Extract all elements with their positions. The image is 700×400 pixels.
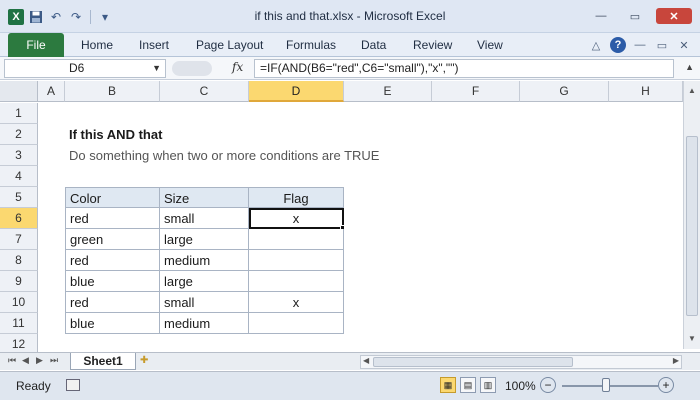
row-header-9[interactable]: 9 [0, 271, 38, 292]
select-all-corner[interactable] [0, 81, 38, 102]
workbook-close-button[interactable]: ✕ [676, 37, 692, 53]
record-macro-icon[interactable] [66, 379, 80, 391]
name-box[interactable]: D6 ▼ [4, 59, 166, 78]
ribbon-tab-bar: File Home Insert Page Layout Formulas Da… [0, 33, 700, 57]
table-cell-flag[interactable] [249, 313, 344, 334]
normal-view-icon[interactable]: ▦ [440, 377, 456, 393]
column-header-e[interactable]: E [344, 81, 432, 102]
sheet-heading[interactable]: If this AND that [65, 124, 345, 145]
sheet-subheading[interactable]: Do something when two or more conditions… [65, 145, 465, 166]
tab-formulas[interactable]: Formulas [286, 33, 336, 57]
next-sheet-icon[interactable]: ▶ [36, 355, 43, 366]
expand-formula-bar-icon[interactable]: ▲ [685, 62, 694, 72]
table-header-size[interactable]: Size [160, 187, 249, 208]
row-header-5[interactable]: 5 [0, 187, 38, 208]
last-sheet-icon[interactable]: ⏭ [50, 355, 58, 366]
table-cell-color[interactable]: red [65, 208, 160, 229]
zoom-out-button[interactable]: − [540, 377, 556, 393]
table-cell-size[interactable]: large [160, 229, 249, 250]
scroll-left-icon[interactable]: ◀ [363, 356, 369, 365]
table-cell-flag[interactable] [249, 271, 344, 292]
zoom-slider-thumb[interactable] [602, 378, 610, 392]
name-box-value: D6 [69, 61, 85, 75]
row-header-6[interactable]: 6 [0, 208, 38, 229]
zoom-in-button[interactable]: + [658, 377, 674, 393]
formula-bar-splitter[interactable] [172, 61, 212, 76]
table-cell-color[interactable]: blue [65, 271, 160, 292]
prev-sheet-icon[interactable]: ◀ [22, 355, 29, 366]
table-cell-flag[interactable]: x [249, 292, 344, 313]
row-header-4[interactable]: 4 [0, 166, 38, 187]
help-icon[interactable]: ? [610, 37, 626, 53]
table-cell-size[interactable]: small [160, 292, 249, 313]
tab-data[interactable]: Data [361, 33, 386, 57]
table-cell-size[interactable]: medium [160, 313, 249, 334]
zoom-slider[interactable] [562, 385, 658, 387]
row-header-11[interactable]: 11 [0, 313, 38, 334]
row-header-2[interactable]: 2 [0, 124, 38, 145]
minimize-ribbon-icon[interactable]: △ [588, 37, 604, 53]
table-cell-flag[interactable] [249, 250, 344, 271]
table-header-color[interactable]: Color [65, 187, 160, 208]
table-cell-size[interactable]: medium [160, 250, 249, 271]
close-button[interactable]: ✕ [656, 8, 692, 24]
active-cell-d6[interactable]: x [249, 208, 344, 229]
horizontal-scroll-thumb[interactable] [373, 357, 573, 367]
scroll-right-icon[interactable]: ▶ [673, 356, 679, 365]
formula-bar: D6 ▼ fx =IF(AND(B6="red",C6="small"),"x"… [0, 57, 700, 80]
page-break-view-icon[interactable]: ▥ [480, 377, 496, 393]
column-header-b[interactable]: B [65, 81, 160, 102]
column-header-c[interactable]: C [160, 81, 249, 102]
tab-page-layout[interactable]: Page Layout [196, 33, 263, 57]
vertical-scroll-thumb[interactable] [686, 136, 698, 316]
status-text: Ready [16, 379, 51, 393]
vertical-scrollbar[interactable]: ▲ ▼ [683, 81, 700, 349]
window-controls: — ▭ ✕ [588, 8, 692, 24]
scroll-up-icon[interactable]: ▲ [684, 83, 700, 99]
row-header-7[interactable]: 7 [0, 229, 38, 250]
status-bar: Ready ▦ ▤ ▥ 100% − + [0, 371, 700, 400]
column-header-g[interactable]: G [520, 81, 609, 102]
page-layout-view-icon[interactable]: ▤ [460, 377, 476, 393]
restore-button[interactable]: ▭ [622, 8, 648, 24]
table-cell-size[interactable]: small [160, 208, 249, 229]
column-header-d[interactable]: D [249, 81, 344, 102]
zoom-level[interactable]: 100% [505, 379, 536, 393]
insert-function-button[interactable]: fx [232, 60, 243, 74]
table-cell-color[interactable]: red [65, 292, 160, 313]
table-cell-color[interactable]: green [65, 229, 160, 250]
horizontal-scrollbar[interactable]: ◀ ▶ [360, 355, 682, 369]
ribbon-right-controls: △ ? — ▭ ✕ [588, 37, 692, 53]
workbook-minimize-button[interactable]: — [632, 37, 648, 53]
tab-insert[interactable]: Insert [139, 33, 169, 57]
table-cell-color[interactable]: red [65, 250, 160, 271]
table-cell-size[interactable]: large [160, 271, 249, 292]
minimize-button[interactable]: — [588, 8, 614, 24]
column-header-f[interactable]: F [432, 81, 520, 102]
workbook-restore-button[interactable]: ▭ [654, 37, 670, 53]
tab-view[interactable]: View [477, 33, 503, 57]
column-header-h[interactable]: H [609, 81, 683, 102]
view-buttons: ▦ ▤ ▥ [440, 377, 496, 393]
name-box-dropdown-icon[interactable]: ▼ [152, 60, 161, 77]
row-header-3[interactable]: 3 [0, 145, 38, 166]
sheet-tab-sheet1[interactable]: Sheet1 [70, 353, 136, 370]
row-header-10[interactable]: 10 [0, 292, 38, 313]
scroll-down-icon[interactable]: ▼ [684, 331, 700, 347]
first-sheet-icon[interactable]: ⏮ [8, 355, 16, 366]
tab-home[interactable]: Home [81, 33, 113, 57]
tab-file[interactable]: File [8, 33, 64, 57]
row-header-8[interactable]: 8 [0, 250, 38, 271]
insert-sheet-icon[interactable]: ✚ [140, 355, 156, 368]
formula-input[interactable]: =IF(AND(B6="red",C6="small"),"x","") [254, 59, 674, 78]
table-header-flag[interactable]: Flag [249, 187, 344, 208]
table-cell-flag[interactable] [249, 229, 344, 250]
sheet-tab-bar: ⏮ ◀ ▶ ⏭ Sheet1 ✚ ◀ ▶ [0, 352, 700, 370]
title-bar: X ↶ ↷ ▾ if this and that.xlsx - Microsof… [0, 0, 700, 33]
table-cell-color[interactable]: blue [65, 313, 160, 334]
column-header-a[interactable]: A [38, 81, 65, 102]
row-header-1[interactable]: 1 [0, 103, 38, 124]
tab-review[interactable]: Review [413, 33, 452, 57]
